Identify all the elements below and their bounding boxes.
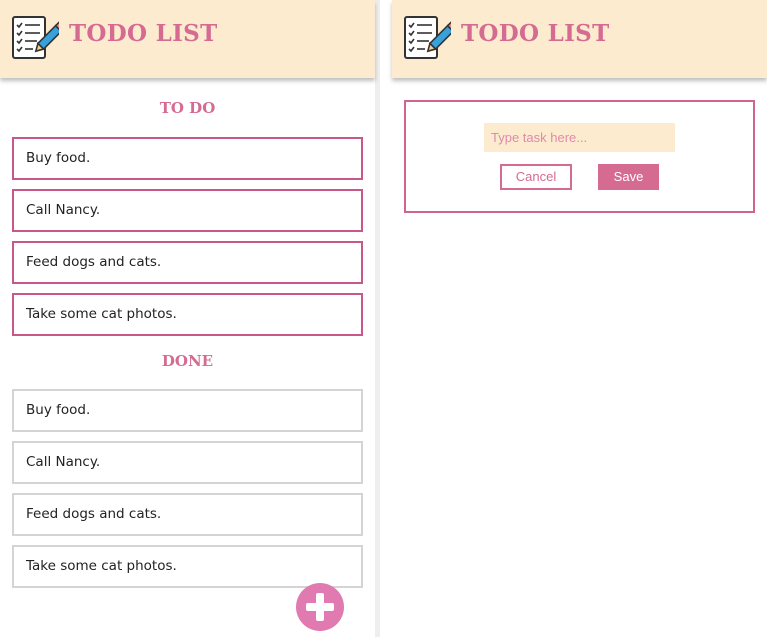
list-view-panel: TODO LIST TO DO Buy food. Call Nancy. Fe… xyxy=(0,0,375,637)
task-editor: Cancel Save xyxy=(404,100,755,213)
save-button[interactable]: Save xyxy=(598,164,659,190)
app-title: TODO LIST xyxy=(69,20,218,47)
cancel-button[interactable]: Cancel xyxy=(500,164,572,190)
todo-item[interactable]: Buy food. xyxy=(12,137,363,180)
done-item[interactable]: Take some cat photos. xyxy=(12,545,363,588)
done-item[interactable]: Feed dogs and cats. xyxy=(12,493,363,536)
app-header: TODO LIST xyxy=(392,0,767,78)
todo-item[interactable]: Call Nancy. xyxy=(12,189,363,232)
add-task-button[interactable] xyxy=(296,583,344,631)
todo-item[interactable]: Take some cat photos. xyxy=(12,293,363,336)
task-input[interactable] xyxy=(484,123,675,152)
checklist-pencil-icon xyxy=(404,16,451,59)
done-item[interactable]: Call Nancy. xyxy=(12,441,363,484)
editor-view-panel: TODO LIST Cancel Save xyxy=(392,0,767,637)
plus-icon xyxy=(306,593,334,621)
todo-heading: TO DO xyxy=(159,99,216,117)
app-title: TODO LIST xyxy=(461,20,610,47)
todo-item[interactable]: Feed dogs and cats. xyxy=(12,241,363,284)
done-item[interactable]: Buy food. xyxy=(12,389,363,432)
panel-divider xyxy=(375,0,380,637)
done-heading: DONE xyxy=(161,352,214,370)
app-header: TODO LIST xyxy=(0,0,375,78)
checklist-pencil-icon xyxy=(12,16,59,59)
